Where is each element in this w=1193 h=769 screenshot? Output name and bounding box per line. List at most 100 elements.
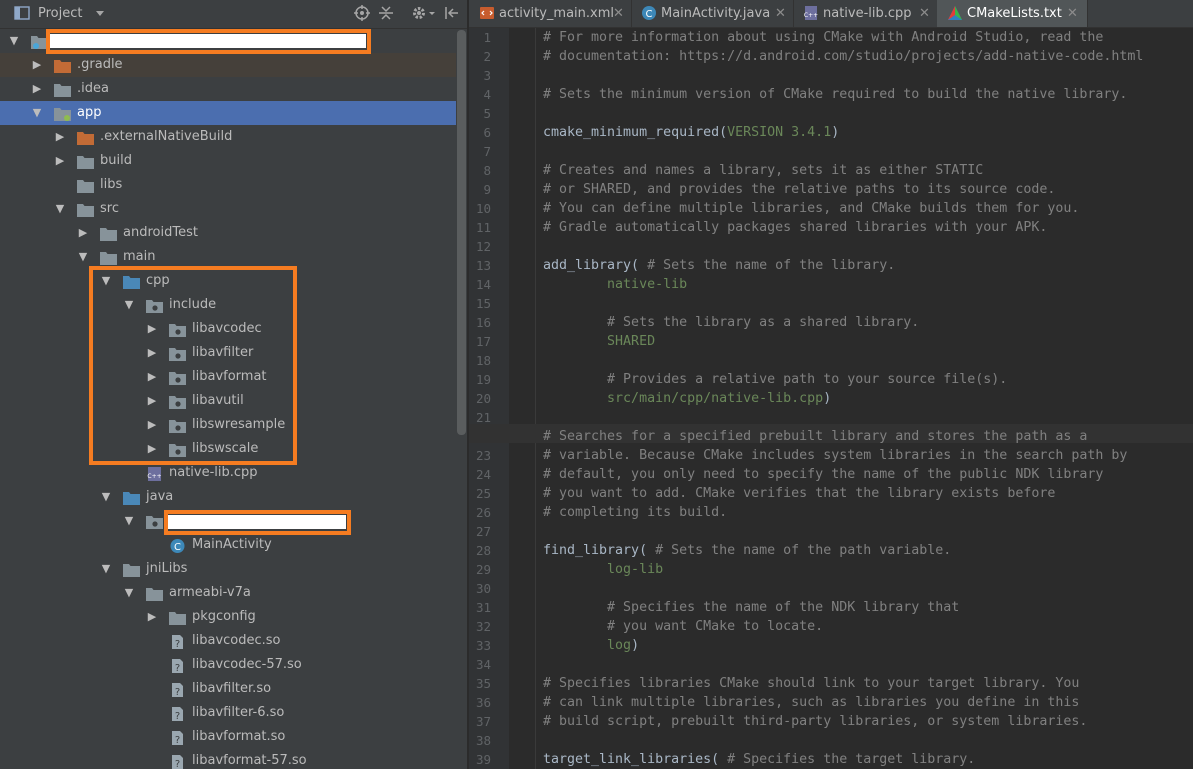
folder-icon	[77, 178, 94, 193]
collapsed-arrow-icon[interactable]: ▶	[31, 53, 43, 77]
line-number: 10	[475, 201, 491, 216]
tree-item-label: libavcodec-57.so	[192, 657, 302, 672]
tree-item-label: libavfilter.so	[192, 681, 272, 696]
folder-icon	[54, 82, 71, 97]
locate-target-icon[interactable]	[354, 5, 370, 21]
code-token: # documentation: https://d.android.com/s…	[543, 49, 1144, 64]
tree-item[interactable]: ▶ .externalNativeBuild	[0, 125, 456, 149]
tree-item[interactable]: ▶ .idea	[0, 77, 456, 101]
tree-scrollbar-thumb[interactable]	[457, 30, 466, 435]
tree-item[interactable]: ? libavfilter.so	[0, 677, 456, 701]
tab-main-activity-java[interactable]: C MainActivity.java ✕	[631, 0, 794, 27]
tree-item[interactable]: ▶ build	[0, 149, 456, 173]
collapsed-arrow-icon[interactable]: ▶	[31, 77, 43, 101]
expanded-arrow-icon[interactable]: ▼	[77, 245, 89, 269]
tree-item-label: MainActivity	[192, 537, 272, 552]
tree-item-label: .gradle	[77, 57, 123, 72]
code-line: # build script, prebuilt third-party lib…	[543, 712, 1087, 731]
code-token: # Sets the minimum version of CMake requ…	[543, 87, 1128, 102]
expanded-arrow-icon[interactable]: ▼	[54, 197, 66, 221]
line-number: 33	[475, 638, 491, 653]
tab-cmakelists-txt[interactable]: CMakeLists.txt ✕	[937, 0, 1088, 27]
tree-item[interactable]: ? libavcodec.so	[0, 629, 456, 653]
code-line: add_library( # Sets the name of the libr…	[543, 256, 895, 275]
expanded-arrow-icon[interactable]: ▼	[100, 485, 112, 509]
line-number: 31	[475, 600, 491, 615]
expanded-arrow-icon[interactable]: ▼	[8, 29, 20, 53]
expanded-arrow-icon[interactable]: ▼	[100, 557, 112, 581]
line-number: 7	[483, 144, 491, 159]
line-number: 4	[483, 87, 491, 102]
gear-icon[interactable]	[411, 5, 427, 21]
code-token: )	[631, 638, 640, 653]
tree-item[interactable]: ? libavformat-57.so	[0, 749, 456, 769]
folder-icon	[146, 586, 163, 601]
code-line: # For more information about using CMake…	[543, 28, 1103, 47]
tree-item[interactable]: ? libavfilter-6.so	[0, 701, 456, 725]
svg-text:?: ?	[175, 735, 180, 745]
code-token: add_library(	[543, 258, 640, 273]
code-editor: activity_main.xml ✕ C MainActivity.java …	[469, 0, 1193, 769]
code-token: # Specifies the target library.	[719, 752, 976, 767]
tree-item[interactable]: ▼ app	[0, 101, 456, 125]
line-number: 8	[483, 163, 491, 178]
xml-file-icon	[480, 7, 494, 19]
tree-item-label: libavformat.so	[192, 729, 286, 744]
tab-activity-main-xml[interactable]: activity_main.xml ✕	[469, 0, 632, 27]
code-token: # Creates and names a library, sets it a…	[543, 163, 984, 178]
line-number: 20	[475, 391, 491, 406]
class-icon: C	[642, 6, 656, 20]
line-number: 39	[475, 752, 491, 767]
tab-native-lib-cpp[interactable]: C++ native-lib.cpp ✕	[793, 0, 938, 27]
code-token: log	[543, 638, 632, 653]
collapsed-arrow-icon[interactable]: ▶	[146, 605, 158, 629]
tree-item[interactable]: C MainActivity	[0, 533, 456, 557]
close-icon[interactable]: ✕	[775, 0, 786, 27]
hide-panel-icon[interactable]	[444, 5, 460, 21]
view-mode-dropdown-icon[interactable]	[92, 5, 108, 21]
expanded-arrow-icon[interactable]: ▼	[31, 101, 43, 125]
tree-item[interactable]: ▼ src	[0, 197, 456, 221]
code-line: # Searches for a specified prebuilt libr…	[543, 427, 1087, 446]
collapsed-arrow-icon[interactable]: ▶	[54, 125, 66, 149]
code-line: # you want CMake to locate.	[543, 617, 823, 636]
collapsed-arrow-icon[interactable]: ▶	[54, 149, 66, 173]
expanded-arrow-icon[interactable]: ▼	[123, 509, 135, 533]
tree-item-label: pkgconfig	[192, 609, 256, 624]
line-number: 35	[475, 676, 491, 691]
collapsed-arrow-icon[interactable]: ▶	[77, 221, 89, 245]
close-icon[interactable]: ✕	[919, 0, 930, 27]
tree-item[interactable]: libs	[0, 173, 456, 197]
tree-item[interactable]: ? libavcodec-57.so	[0, 653, 456, 677]
code-token: # Provides a relative path to your sourc…	[543, 372, 1008, 387]
svg-text:?: ?	[175, 639, 180, 649]
close-icon[interactable]: ✕	[613, 0, 624, 27]
editor-tab-bar: activity_main.xml ✕ C MainActivity.java …	[469, 0, 1193, 28]
code-line: # completing its build.	[543, 503, 727, 522]
tree-item[interactable]: ? libavformat.so	[0, 725, 456, 749]
tree-item[interactable]: ▼ armeabi-v7a	[0, 581, 456, 605]
code-token: # Specifies libraries CMake should link …	[543, 676, 1080, 691]
tree-item[interactable]: ▼ jniLibs	[0, 557, 456, 581]
project-view-icon[interactable]	[14, 5, 30, 21]
code-token: # you want CMake to locate.	[543, 619, 824, 634]
expanded-arrow-icon[interactable]: ▼	[123, 581, 135, 605]
tree-item-label: java	[146, 489, 174, 504]
tree-item[interactable]: ▶ .gradle	[0, 53, 456, 77]
tree-item[interactable]: ▶ pkgconfig	[0, 605, 456, 629]
tab-label: native-lib.cpp	[823, 6, 912, 21]
svg-text:C++: C++	[147, 473, 161, 480]
collapse-all-icon[interactable]	[378, 5, 394, 21]
gear-dropdown-icon[interactable]	[428, 5, 436, 21]
code-line: target_link_libraries( # Specifies the t…	[543, 750, 975, 769]
tree-item-label: .idea	[77, 81, 109, 96]
tree-item[interactable]: ▶ androidTest	[0, 221, 456, 245]
tree-item[interactable]: ▼ java	[0, 485, 456, 509]
code-token: # completing its build.	[543, 505, 728, 520]
project-panel-title[interactable]: Project	[38, 6, 82, 21]
line-number: 26	[475, 505, 491, 520]
line-number: 17	[475, 334, 491, 349]
svg-text:C++: C++	[804, 12, 818, 19]
close-icon[interactable]: ✕	[1067, 0, 1078, 27]
line-number: 5	[483, 106, 491, 121]
